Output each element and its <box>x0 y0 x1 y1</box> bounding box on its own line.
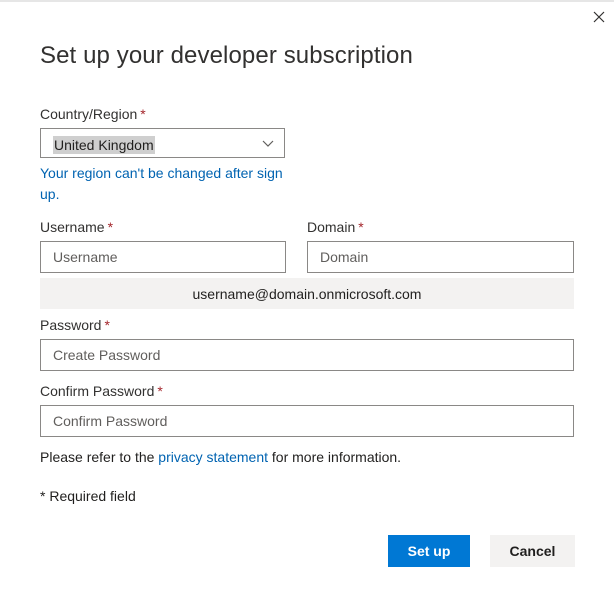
username-label: Username * <box>40 219 113 235</box>
password-label: Password * <box>40 317 110 333</box>
required-field-note: * Required field <box>40 488 136 504</box>
setup-dialog: Set up your developer subscription Count… <box>0 0 614 606</box>
confirm-password-input[interactable] <box>40 405 574 437</box>
privacy-text: Please refer to the privacy statement fo… <box>40 449 401 465</box>
privacy-statement-link[interactable]: privacy statement <box>158 449 268 465</box>
domain-label-text: Domain <box>307 219 356 235</box>
dialog-title: Set up your developer subscription <box>40 42 413 69</box>
cancel-button[interactable]: Cancel <box>490 535 575 567</box>
domain-input[interactable] <box>307 241 574 273</box>
region-note: Your region can't be changed after sign … <box>40 165 283 202</box>
top-border <box>0 0 614 2</box>
required-asterisk: * <box>104 317 110 333</box>
close-icon <box>593 11 605 23</box>
required-asterisk: * <box>140 106 146 122</box>
country-label: Country/Region * <box>40 106 146 122</box>
confirm-password-label: Confirm Password * <box>40 383 163 399</box>
confirm-password-label-text: Confirm Password <box>40 383 155 399</box>
required-asterisk: * <box>358 219 364 235</box>
country-select[interactable]: United Kingdom <box>40 128 285 158</box>
privacy-prefix: Please refer to the <box>40 449 159 465</box>
close-button[interactable] <box>588 6 610 28</box>
password-label-text: Password <box>40 317 102 333</box>
required-asterisk: * <box>107 219 114 235</box>
password-input[interactable] <box>40 339 574 371</box>
chevron-down-icon <box>262 140 274 147</box>
privacy-suffix: for more information. <box>268 449 402 465</box>
username-input[interactable] <box>40 241 286 273</box>
country-label-text: Country/Region <box>40 106 138 122</box>
setup-button[interactable]: Set up <box>388 535 470 567</box>
email-preview: username@domain.onmicrosoft.com <box>40 278 574 309</box>
required-asterisk: * <box>157 383 163 399</box>
domain-label: Domain * <box>307 219 364 235</box>
country-selected-value: United Kingdom <box>53 136 155 154</box>
username-label-text: Username <box>40 219 105 235</box>
